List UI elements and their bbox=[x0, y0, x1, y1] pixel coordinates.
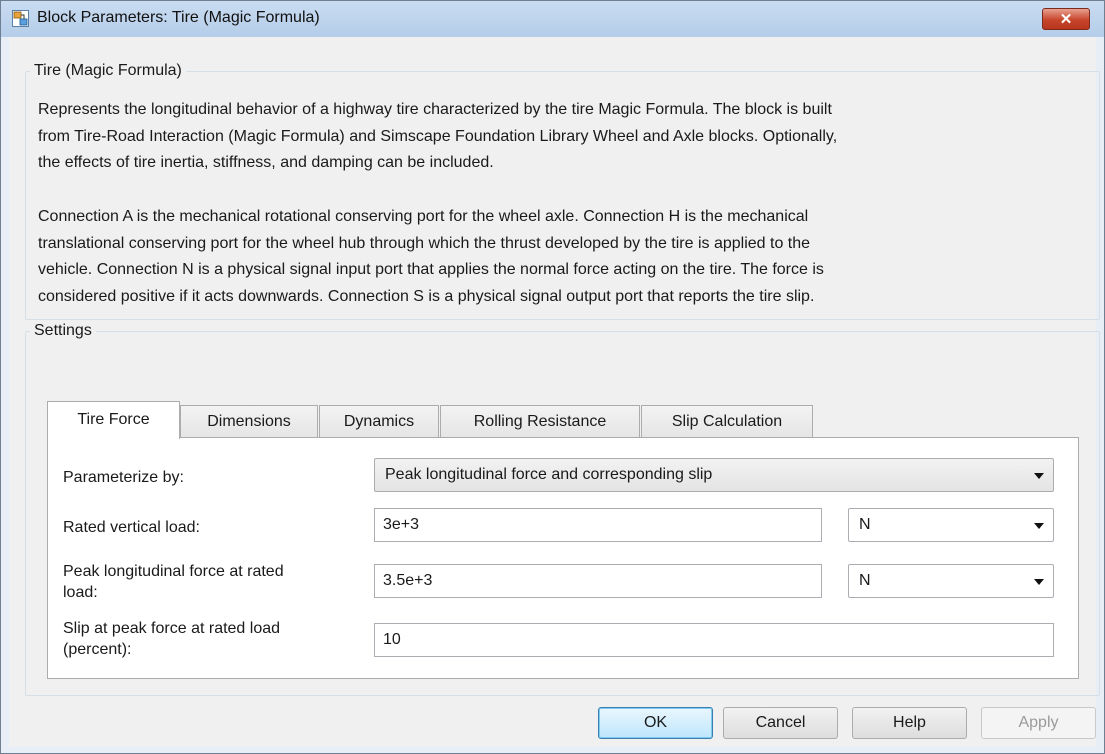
dialog-window: Block Parameters: Tire (Magic Formula) ✕… bbox=[0, 0, 1105, 754]
cancel-button-label: Cancel bbox=[755, 714, 806, 731]
parameterize-by-value: Peak longitudinal force and correspondin… bbox=[385, 466, 713, 483]
description-group-title: Tire (Magic Formula) bbox=[34, 62, 182, 79]
tab-tire-force[interactable]: Tire Force bbox=[47, 401, 180, 439]
peak-force-label-line2: load: bbox=[63, 584, 98, 601]
tab-slip-calculation[interactable]: Slip Calculation bbox=[641, 405, 813, 437]
ok-button[interactable]: OK bbox=[598, 707, 713, 739]
dialog-client-area: Tire (Magic Formula) Represents the long… bbox=[9, 37, 1100, 747]
help-button[interactable]: Help bbox=[852, 707, 967, 739]
chevron-down-icon bbox=[1034, 473, 1044, 479]
description-paragraph-1: Represents the longitudinal behavior of … bbox=[38, 97, 1083, 177]
rated-vertical-load-unit: N bbox=[859, 516, 871, 533]
help-button-label: Help bbox=[893, 714, 926, 731]
chevron-down-icon bbox=[1034, 523, 1044, 529]
peak-force-label: Peak longitudinal force at rated load: bbox=[63, 561, 284, 603]
peak-force-unit-dropdown[interactable]: N bbox=[848, 564, 1054, 598]
peak-force-label-line1: Peak longitudinal force at rated bbox=[63, 563, 284, 580]
settings-group-title: Settings bbox=[34, 322, 92, 339]
tab-label: Dimensions bbox=[207, 413, 291, 430]
window-title: Block Parameters: Tire (Magic Formula) bbox=[37, 9, 320, 26]
peak-force-input[interactable]: 3.5e+3 bbox=[374, 564, 822, 598]
description-line: from Tire-Road Interaction (Magic Formul… bbox=[38, 127, 838, 145]
description-line: Represents the longitudinal behavior of … bbox=[38, 101, 832, 118]
tab-dynamics[interactable]: Dynamics bbox=[319, 405, 439, 437]
slip-peak-label: Slip at peak force at rated load (percen… bbox=[63, 618, 280, 660]
tab-rolling-resistance[interactable]: Rolling Resistance bbox=[440, 405, 640, 437]
tab-label: Slip Calculation bbox=[671, 413, 783, 430]
description-line: considered positive if it acts downwards… bbox=[38, 287, 815, 305]
peak-force-value: 3.5e+3 bbox=[383, 572, 433, 589]
description-line: the effects of tire inertia, stiffness, … bbox=[38, 154, 494, 171]
tab-label: Dynamics bbox=[343, 413, 415, 430]
tab-label: Tire Force bbox=[77, 411, 150, 428]
chevron-down-icon bbox=[1034, 579, 1044, 585]
slip-peak-value: 10 bbox=[383, 631, 401, 648]
close-button[interactable]: ✕ bbox=[1042, 8, 1090, 30]
rated-vertical-load-label: Rated vertical load: bbox=[63, 519, 200, 536]
apply-button-label: Apply bbox=[1018, 714, 1059, 731]
tab-label: Rolling Resistance bbox=[473, 413, 607, 430]
description-line: translational conserving port for the wh… bbox=[38, 234, 811, 252]
slip-peak-label-line1: Slip at peak force at rated load bbox=[63, 620, 281, 637]
description-paragraph-2: Connection A is the mechanical rotationa… bbox=[38, 204, 1083, 310]
parameterize-by-label: Parameterize by: bbox=[63, 469, 184, 486]
ok-button-label: OK bbox=[643, 714, 668, 731]
close-icon: ✕ bbox=[1059, 11, 1073, 28]
cancel-button[interactable]: Cancel bbox=[723, 707, 838, 739]
title-bar[interactable]: Block Parameters: Tire (Magic Formula) ✕ bbox=[1, 1, 1104, 37]
parameterize-by-dropdown[interactable]: Peak longitudinal force and correspondin… bbox=[374, 458, 1054, 492]
slip-peak-label-line2: (percent): bbox=[63, 641, 132, 658]
apply-button[interactable]: Apply bbox=[981, 707, 1096, 739]
slip-peak-input[interactable]: 10 bbox=[374, 623, 1054, 657]
description-line: Connection A is the mechanical rotationa… bbox=[38, 208, 809, 225]
description-group: Tire (Magic Formula) Represents the long… bbox=[25, 62, 1100, 320]
rated-vertical-load-value: 3e+3 bbox=[383, 516, 420, 533]
tab-dimensions[interactable]: Dimensions bbox=[180, 405, 318, 437]
simulink-block-icon bbox=[12, 10, 29, 27]
description-line: vehicle. Connection N is a physical sign… bbox=[38, 261, 824, 278]
rated-vertical-load-unit-dropdown[interactable]: N bbox=[848, 508, 1054, 542]
rated-vertical-load-input[interactable]: 3e+3 bbox=[374, 508, 822, 542]
peak-force-unit: N bbox=[859, 572, 871, 589]
tire-force-panel: Parameterize by: Peak longitudinal force… bbox=[47, 437, 1079, 679]
